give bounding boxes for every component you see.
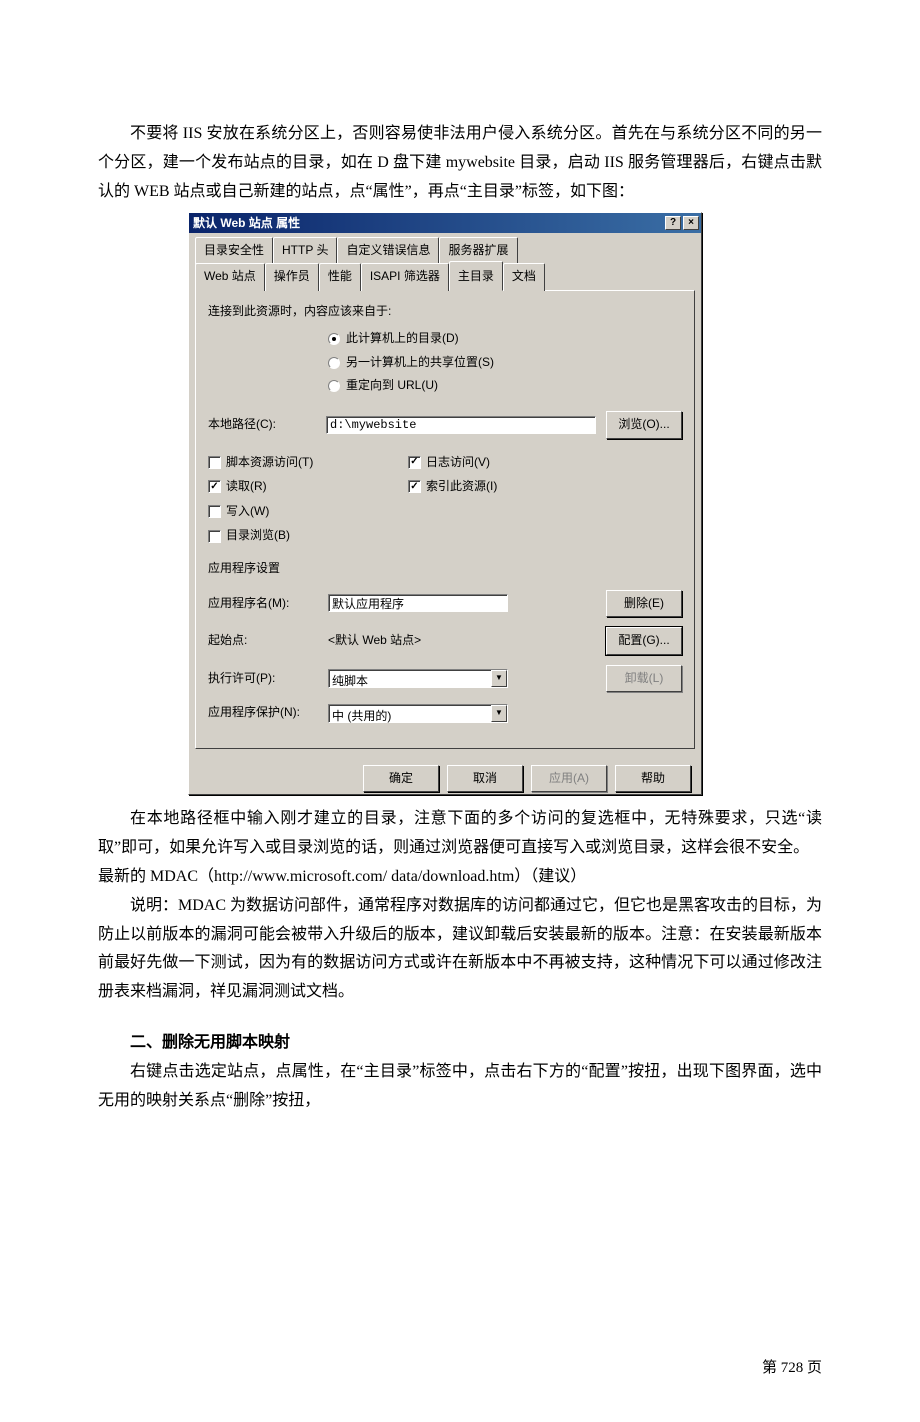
checkbox-icon <box>408 480 421 493</box>
tab-operator[interactable]: 操作员 <box>265 263 319 291</box>
tabs-row-front: Web 站点 操作员 性能 ISAPI 筛选器 主目录 文档 <box>195 263 695 291</box>
close-icon[interactable]: × <box>683 216 699 230</box>
radio-share-location[interactable]: 另一计算机上的共享位置(S) <box>328 352 682 374</box>
tab-server-ext[interactable]: 服务器扩展 <box>439 237 517 264</box>
radio-redirect-url[interactable]: 重定向到 URL(U) <box>328 375 682 397</box>
app-protect-dropdown[interactable]: 中 (共用的) ▼ <box>328 704 508 723</box>
browse-button[interactable]: 浏览(O)... <box>606 411 682 439</box>
check-read[interactable]: 读取(R) <box>208 476 408 498</box>
app-name-input[interactable] <box>328 594 508 612</box>
tab-http-header[interactable]: HTTP 头 <box>273 237 337 264</box>
radio-label: 重定向到 URL(U) <box>346 375 438 397</box>
section-heading: 二、删除无用脚本映射 <box>98 1029 822 1058</box>
app-settings-label: 应用程序设置 <box>208 558 682 580</box>
paragraph-4: 说明：MDAC 为数据访问部件，通常程序对数据库的访问都通过它，但它也是黑客攻击… <box>98 892 822 1007</box>
chevron-down-icon: ▼ <box>491 670 507 687</box>
dialog-screenshot: 默认 Web 站点 属性 ? × 目录安全性 HTTP 头 自定义错误信息 服务… <box>188 212 822 795</box>
check-log-access[interactable]: 日志访问(V) <box>408 452 608 474</box>
dialog: 默认 Web 站点 属性 ? × 目录安全性 HTTP 头 自定义错误信息 服务… <box>188 212 702 795</box>
exec-perm-dropdown[interactable]: 纯脚本 ▼ <box>328 669 508 688</box>
tab-documents[interactable]: 文档 <box>503 263 545 291</box>
tab-custom-errors[interactable]: 自定义错误信息 <box>337 237 439 264</box>
check-index-resource[interactable]: 索引此资源(I) <box>408 476 608 498</box>
checkbox-icon <box>208 505 221 518</box>
config-button[interactable]: 配置(G)... <box>606 627 682 655</box>
chevron-down-icon: ▼ <box>491 705 507 722</box>
start-point-value: <默认 Web 站点> <box>328 630 508 652</box>
radio-label: 另一计算机上的共享位置(S) <box>346 352 494 374</box>
check-dir-browse[interactable]: 目录浏览(B) <box>208 525 408 547</box>
checkbox-icon <box>408 456 421 469</box>
paragraph-3: 最新的 MDAC（http://www.microsoft.com/ data/… <box>98 863 822 892</box>
app-protect-label: 应用程序保护(N): <box>208 702 328 724</box>
remove-button[interactable]: 删除(E) <box>606 590 682 618</box>
radio-icon <box>328 333 340 345</box>
apply-button: 应用(A) <box>531 765 607 793</box>
check-script-access[interactable]: 脚本资源访问(T) <box>208 452 408 474</box>
tab-web-site[interactable]: Web 站点 <box>195 263 265 291</box>
exec-perm-label: 执行许可(P): <box>208 668 328 690</box>
local-path-input[interactable] <box>326 416 596 434</box>
connect-label: 连接到此资源时，内容应该来自于: <box>208 301 682 323</box>
tab-panel-home-dir: 连接到此资源时，内容应该来自于: 此计算机上的目录(D) 另一计算机上的共享位置… <box>195 290 695 749</box>
start-point-label: 起始点: <box>208 630 328 652</box>
checkbox-icon <box>208 530 221 543</box>
help-icon[interactable]: ? <box>665 216 681 230</box>
help-button[interactable]: 帮助 <box>615 765 691 793</box>
tab-home-dir[interactable]: 主目录 <box>449 261 503 291</box>
tabs-row-back: 目录安全性 HTTP 头 自定义错误信息 服务器扩展 <box>195 237 695 264</box>
window-title: 默认 Web 站点 属性 <box>193 213 665 235</box>
unload-button: 卸载(L) <box>606 665 682 693</box>
tab-isapi[interactable]: ISAPI 筛选器 <box>361 263 449 291</box>
checkbox-icon <box>208 480 221 493</box>
paragraph-5: 右键点击选定站点，点属性，在“主目录”标签中，点击右下方的“配置”按扭，出现下图… <box>98 1058 822 1116</box>
page-number: 第 728 页 <box>98 1355 822 1382</box>
titlebar: 默认 Web 站点 属性 ? × <box>189 213 701 233</box>
checkbox-icon <box>208 456 221 469</box>
tab-dir-security[interactable]: 目录安全性 <box>195 237 273 264</box>
paragraph-2: 在本地路径框中输入刚才建立的目录，注意下面的多个访问的复选框中，无特殊要求，只选… <box>98 805 822 863</box>
cancel-button[interactable]: 取消 <box>447 765 523 793</box>
dialog-footer: 确定 取消 应用(A) 帮助 <box>189 757 701 795</box>
tab-performance[interactable]: 性能 <box>319 263 361 291</box>
ok-button[interactable]: 确定 <box>363 765 439 793</box>
paragraph-1: 不要将 IIS 安放在系统分区上，否则容易使非法用户侵入系统分区。首先在与系统分… <box>98 120 822 206</box>
radio-icon <box>328 380 340 392</box>
local-path-label: 本地路径(C): <box>208 414 326 436</box>
radio-label: 此计算机上的目录(D) <box>346 328 459 350</box>
radio-icon <box>328 357 340 369</box>
radio-this-computer[interactable]: 此计算机上的目录(D) <box>328 328 682 350</box>
app-name-label: 应用程序名(M): <box>208 593 328 615</box>
check-write[interactable]: 写入(W) <box>208 501 408 523</box>
